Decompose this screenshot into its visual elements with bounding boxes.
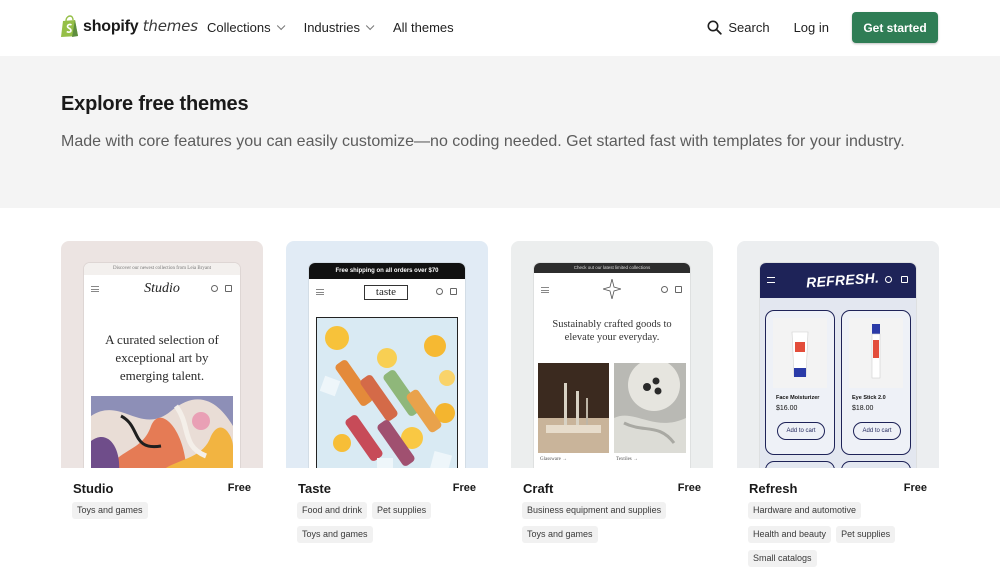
promo-bar: Discover our newest collection from Leia…: [84, 263, 240, 275]
login-link[interactable]: Log in: [794, 20, 829, 35]
product-card: Face Moisturizer $16.00 Add to cart: [765, 310, 835, 455]
promo-bar: Check out our latest limited collections: [534, 263, 690, 273]
industry-tag[interactable]: Health and beauty: [748, 526, 832, 543]
header-actions: Search Log in Get started: [707, 12, 938, 43]
nav-industries[interactable]: Industries: [303, 20, 375, 35]
industry-tag[interactable]: Hardware and automotive: [748, 502, 862, 519]
textiles-link: Textiles →: [616, 457, 639, 462]
artwork-image: [91, 396, 233, 468]
product-image: [773, 318, 827, 388]
phone-nav: taste: [309, 279, 465, 305]
add-to-cart-button: Add to cart: [853, 422, 901, 440]
theme-preview-craft[interactable]: Check out our latest limited collections…: [511, 241, 713, 468]
phone-nav: [534, 273, 690, 307]
shopify-themes-logo[interactable]: shopify themes: [60, 15, 198, 38]
logo-text-bold: shopify: [83, 18, 139, 35]
menu-icon: [316, 289, 324, 295]
theme-tags: Business equipment and supplies Toys and…: [522, 502, 707, 550]
refresh-logo: REFRESH.: [805, 269, 880, 291]
search-icon: [211, 285, 218, 292]
nav-industries-label: Industries: [303, 20, 360, 35]
cart-icon: [675, 286, 682, 293]
product-card: Eye Stick 2.0 $18.00 Add to cart: [841, 310, 911, 455]
theme-name[interactable]: Taste: [298, 481, 331, 496]
search-button[interactable]: Search: [707, 20, 770, 35]
nav-all-themes-label: All themes: [392, 20, 454, 35]
theme-card-refresh[interactable]: REFRESH. Face Moisturizer $16.00 Add to …: [737, 241, 939, 570]
search-label: Search: [728, 20, 770, 35]
theme-price: Free: [677, 482, 701, 494]
shopify-bag-icon: [60, 15, 80, 38]
theme-preview-taste[interactable]: Free shipping on all orders over $70 tas…: [286, 241, 488, 468]
industry-tag[interactable]: Toys and games: [297, 526, 373, 543]
theme-card-studio[interactable]: Discover our newest collection from Leia…: [61, 241, 263, 570]
chevron-down-icon: [365, 21, 375, 30]
get-started-button[interactable]: Get started: [852, 12, 938, 43]
theme-card-taste[interactable]: Free shipping on all orders over $70 tas…: [286, 241, 488, 570]
industry-tag[interactable]: Business equipment and supplies: [522, 502, 667, 519]
refresh-header: REFRESH.: [760, 263, 916, 298]
cart-icon: [901, 276, 908, 283]
page-title: Explore free themes: [61, 93, 249, 115]
main-nav: Collections Industries All themes: [207, 20, 476, 35]
product-name: Eye Stick 2.0: [852, 395, 886, 401]
search-icon: [436, 288, 443, 295]
cart-icon: [450, 288, 457, 295]
search-icon: [661, 286, 668, 293]
phone-mockup: Discover our newest collection from Leia…: [84, 263, 240, 468]
craft-headline: Sustainably crafted goods to elevate you…: [552, 319, 672, 343]
theme-tags: Toys and games: [72, 502, 257, 526]
page-subtitle: Made with core features you can easily c…: [61, 133, 905, 150]
logo-text-italic: themes: [142, 17, 198, 35]
cart-icon: [225, 285, 232, 292]
theme-tags: Hardware and automotive Health and beaut…: [748, 502, 933, 574]
industry-tag[interactable]: Toys and games: [522, 526, 598, 543]
phone-mockup: REFRESH. Face Moisturizer $16.00 Add to …: [760, 263, 916, 468]
theme-preview-refresh[interactable]: REFRESH. Face Moisturizer $16.00 Add to …: [737, 241, 939, 468]
phone-mockup: Free shipping on all orders over $70 tas…: [309, 263, 465, 468]
hero-section: Explore free themes Made with core featu…: [0, 56, 1000, 208]
theme-card-craft[interactable]: Check out our latest limited collections…: [511, 241, 713, 570]
industry-tag[interactable]: Toys and games: [72, 502, 148, 519]
product-card-partial: [765, 461, 835, 468]
theme-price: Free: [903, 482, 927, 494]
theme-preview-studio[interactable]: Discover our newest collection from Leia…: [61, 241, 263, 468]
craft-logo-icon: [603, 279, 621, 299]
theme-name[interactable]: Studio: [73, 481, 113, 496]
nav-collections-label: Collections: [207, 20, 271, 35]
product-price: $16.00: [776, 405, 798, 412]
nav-all-themes[interactable]: All themes: [393, 20, 454, 35]
add-to-cart-button: Add to cart: [777, 422, 825, 440]
product-name: Face Moisturizer: [776, 395, 820, 401]
nav-collections[interactable]: Collections: [207, 20, 285, 35]
promo-bar: Free shipping on all orders over $70: [309, 263, 465, 279]
menu-icon: [541, 287, 549, 293]
industry-tag[interactable]: Pet supplies: [836, 526, 896, 543]
industry-tag[interactable]: Small catalogs: [748, 550, 817, 567]
phone-mockup: Check out our latest limited collections…: [534, 263, 690, 468]
taste-logo: taste: [364, 285, 408, 300]
search-icon: [707, 20, 723, 35]
industry-tag[interactable]: Pet supplies: [372, 502, 432, 519]
theme-price: Free: [227, 482, 251, 494]
product-price: $18.00: [852, 405, 874, 412]
glassware-image: [538, 363, 609, 453]
product-image: [849, 318, 903, 388]
textiles-image: [614, 363, 686, 453]
theme-price: Free: [452, 482, 476, 494]
top-header: shopify themes Collections Industries Al…: [0, 0, 1000, 56]
theme-name[interactable]: Refresh: [749, 481, 797, 496]
search-icon: [885, 276, 892, 283]
phone-nav: Studio: [84, 275, 240, 301]
industry-tag[interactable]: Food and drink: [297, 502, 368, 519]
product-card-partial: [841, 461, 911, 468]
chevron-down-icon: [276, 21, 285, 30]
theme-tags: Food and drink Pet supplies Toys and gam…: [297, 502, 482, 550]
menu-icon: [767, 277, 775, 283]
glassware-link: Glassware →: [540, 457, 568, 462]
theme-name[interactable]: Craft: [523, 481, 553, 496]
studio-headline: A curated selection of exceptional art b…: [105, 332, 219, 383]
drinks-image: [316, 317, 458, 468]
